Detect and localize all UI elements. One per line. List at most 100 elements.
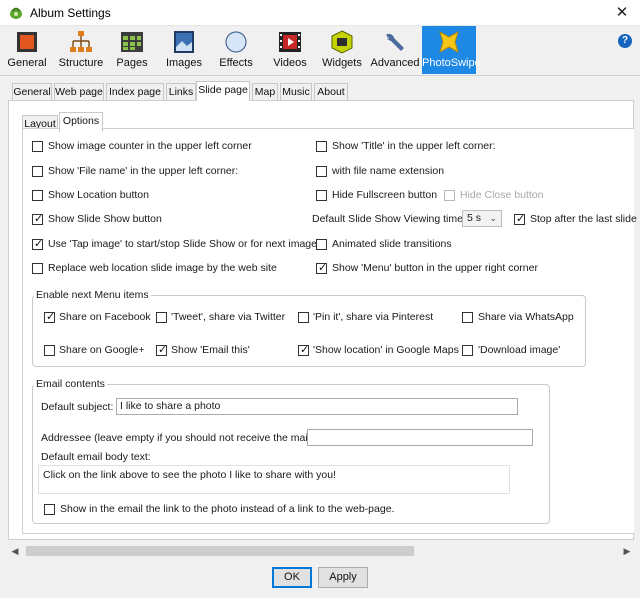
category-toolbar: General Structure Pages Images Effects V… bbox=[0, 26, 640, 76]
download-image-label: 'Download image' bbox=[478, 344, 561, 356]
tab-links[interactable]: Links bbox=[166, 83, 196, 100]
check-mark-icon: ✓ bbox=[300, 344, 310, 356]
body-text-area[interactable]: Click on the link above to see the photo… bbox=[38, 465, 510, 494]
tweet-checkbox[interactable] bbox=[156, 312, 167, 323]
show-file-name-label: Show 'File name' in the upper left corne… bbox=[48, 165, 239, 177]
tab-slide-page[interactable]: Slide page bbox=[196, 81, 250, 101]
animated-transitions-label: Animated slide transitions bbox=[332, 238, 452, 250]
advanced-icon bbox=[386, 33, 404, 51]
help-icon[interactable]: ? bbox=[618, 34, 632, 48]
slideshow-time-select[interactable]: 5 s ⌄ bbox=[462, 210, 502, 227]
tab-options[interactable]: Options bbox=[59, 112, 103, 132]
tweet-label: 'Tweet', share via Twitter bbox=[171, 311, 286, 323]
show-menu-button-checkbox[interactable]: ✓ bbox=[316, 262, 328, 274]
check-mark-icon: ✓ bbox=[516, 213, 526, 225]
hide-close-label: Hide Close button bbox=[460, 189, 544, 201]
pin-it-checkbox[interactable] bbox=[298, 312, 309, 323]
toolbar-videos[interactable]: Videos bbox=[268, 26, 312, 74]
toolbar-widgets[interactable]: Widgets bbox=[320, 26, 364, 74]
email-this-checkbox[interactable]: ✓ bbox=[156, 344, 168, 356]
general-icon bbox=[17, 32, 37, 52]
window-title: Album Settings bbox=[30, 6, 111, 20]
email-this-label: Show 'Email this' bbox=[171, 344, 250, 356]
file-name-extension-label: with file name extension bbox=[332, 165, 445, 177]
scrollbar-thumb[interactable] bbox=[26, 546, 414, 556]
pages-icon bbox=[121, 32, 143, 52]
toolbar-pages[interactable]: Pages bbox=[112, 26, 152, 74]
scroll-left-icon[interactable]: ◀ bbox=[8, 543, 22, 559]
file-name-extension-checkbox[interactable] bbox=[316, 166, 327, 177]
link-to-photo-label: Show in the email the link to the photo … bbox=[60, 503, 395, 515]
subject-input[interactable]: I like to share a photo bbox=[116, 398, 518, 415]
check-mark-icon: ✓ bbox=[34, 238, 44, 250]
hide-fullscreen-label: Hide Fullscreen button bbox=[332, 189, 438, 201]
images-icon bbox=[174, 31, 194, 53]
check-mark-icon: ✓ bbox=[158, 344, 168, 356]
tab-general[interactable]: General bbox=[12, 83, 52, 100]
show-location-maps-label: 'Show location' in Google Maps bbox=[313, 344, 459, 356]
slideshow-time-label: Default Slide Show Viewing time: bbox=[312, 213, 466, 225]
subject-label: Default subject: bbox=[41, 401, 114, 413]
hide-close-checkbox bbox=[444, 190, 455, 201]
hide-fullscreen-checkbox[interactable] bbox=[316, 190, 327, 201]
close-icon[interactable]: ✕ bbox=[604, 0, 640, 26]
show-file-name-checkbox[interactable] bbox=[32, 166, 43, 177]
slideshow-time-value: 5 s bbox=[467, 212, 482, 224]
tab-index-page[interactable]: Index page bbox=[106, 83, 164, 100]
check-mark-icon: ✓ bbox=[34, 213, 44, 225]
show-title-label: Show 'Title' in the upper left corner: bbox=[332, 140, 496, 152]
scroll-right-icon[interactable]: ▶ bbox=[620, 543, 634, 559]
download-image-checkbox[interactable] bbox=[462, 345, 473, 356]
tab-map[interactable]: Map bbox=[252, 83, 278, 100]
replace-location-checkbox[interactable] bbox=[32, 263, 43, 274]
toolbar-general[interactable]: General bbox=[4, 26, 50, 74]
title-bar: Album Settings ✕ bbox=[0, 0, 640, 26]
tap-image-checkbox[interactable]: ✓ bbox=[32, 238, 44, 250]
ok-button[interactable]: OK bbox=[272, 567, 312, 588]
chevron-down-icon: ⌄ bbox=[489, 213, 497, 223]
toolbar-images[interactable]: Images bbox=[162, 26, 206, 74]
show-title-checkbox[interactable] bbox=[316, 141, 327, 152]
show-slideshow-button-checkbox[interactable]: ✓ bbox=[32, 213, 44, 225]
check-mark-icon: ✓ bbox=[318, 262, 328, 274]
tap-image-label: Use 'Tap image' to start/stop Slide Show… bbox=[48, 238, 317, 250]
addressee-input[interactable] bbox=[307, 429, 533, 446]
addressee-label: Addressee (leave empty if you should not… bbox=[41, 432, 317, 444]
share-facebook-label: Share on Facebook bbox=[59, 311, 151, 323]
horizontal-scrollbar[interactable]: ◀ ▶ bbox=[8, 543, 634, 559]
videos-icon bbox=[279, 32, 301, 52]
show-menu-button-label: Show 'Menu' button in the upper right co… bbox=[332, 262, 538, 274]
stop-after-last-label: Stop after the last slide bbox=[530, 213, 637, 225]
whatsapp-checkbox[interactable] bbox=[462, 312, 473, 323]
link-to-photo-checkbox[interactable] bbox=[44, 504, 55, 515]
photoswipe-icon bbox=[439, 30, 459, 54]
tab-about[interactable]: About bbox=[314, 83, 348, 100]
replace-location-label: Replace web location slide image by the … bbox=[48, 262, 277, 274]
structure-icon bbox=[70, 31, 92, 52]
effects-icon bbox=[225, 31, 247, 53]
image-counter-checkbox[interactable] bbox=[32, 141, 43, 152]
tab-music[interactable]: Music bbox=[280, 83, 312, 100]
apply-button[interactable]: Apply bbox=[318, 567, 368, 588]
pin-it-label: 'Pin it', share via Pinterest bbox=[313, 311, 434, 323]
show-location-maps-checkbox[interactable]: ✓ bbox=[298, 344, 310, 356]
toolbar-photoswipe[interactable]: PhotoSwipe bbox=[422, 26, 481, 74]
share-facebook-checkbox[interactable]: ✓ bbox=[44, 311, 56, 323]
menu-items-group-title: Enable next Menu items bbox=[34, 289, 151, 301]
app-icon bbox=[10, 7, 22, 19]
show-location-button-label: Show Location button bbox=[48, 189, 149, 201]
toolbar-advanced[interactable]: Advanced bbox=[370, 26, 420, 74]
body-text-label: Default email body text: bbox=[41, 451, 151, 463]
show-location-button-checkbox[interactable] bbox=[32, 190, 43, 201]
animated-transitions-checkbox[interactable] bbox=[316, 239, 327, 250]
image-counter-label: Show image counter in the upper left cor… bbox=[48, 140, 252, 152]
tab-web-page[interactable]: Web page bbox=[54, 83, 104, 100]
stop-after-last-checkbox[interactable]: ✓ bbox=[514, 213, 526, 225]
toolbar-structure[interactable]: Structure bbox=[54, 26, 108, 74]
toolbar-effects[interactable]: Effects bbox=[214, 26, 258, 74]
email-contents-group-title: Email contents bbox=[34, 378, 107, 390]
whatsapp-label: Share via WhatsApp bbox=[478, 311, 574, 323]
google-plus-checkbox[interactable] bbox=[44, 345, 55, 356]
show-slideshow-button-label: Show Slide Show button bbox=[48, 213, 162, 225]
check-mark-icon: ✓ bbox=[46, 311, 56, 323]
